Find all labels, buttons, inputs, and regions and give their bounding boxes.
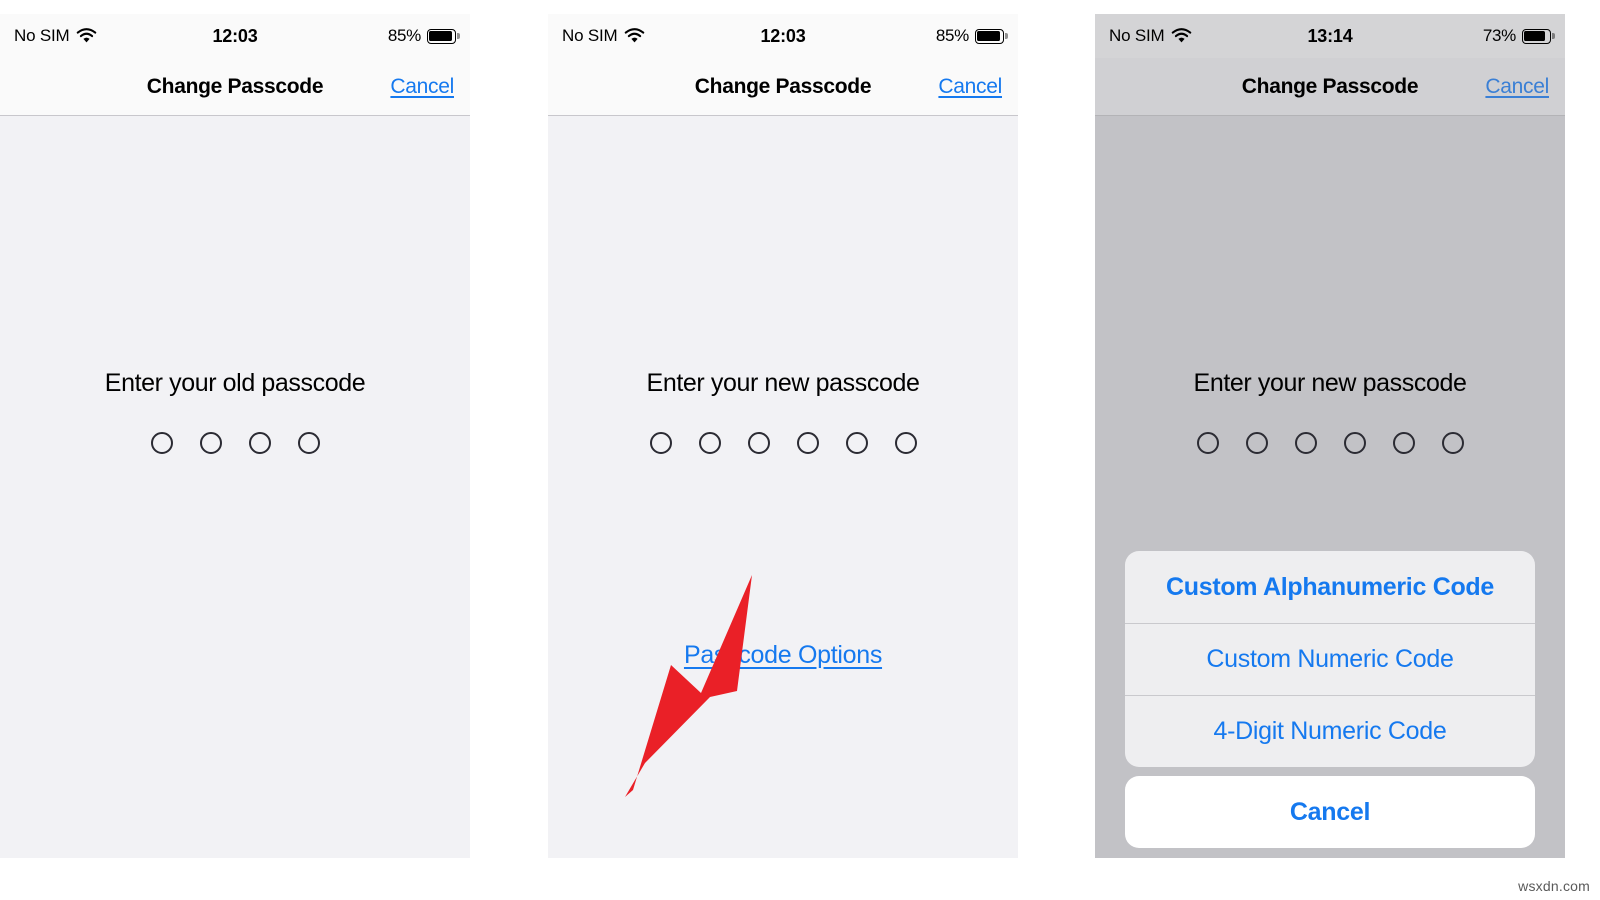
passcode-dots[interactable] bbox=[0, 432, 470, 454]
passcode-dot bbox=[894, 432, 917, 454]
passcode-dot bbox=[1294, 432, 1317, 454]
passcode-prompt: Enter your old passcode bbox=[104, 369, 366, 397]
battery-icon bbox=[1522, 28, 1555, 44]
status-right: 85% bbox=[387, 26, 460, 46]
passcode-dot bbox=[1343, 432, 1366, 454]
passcode-dot bbox=[1441, 432, 1464, 454]
status-bar: No SIM 12:03 85% bbox=[548, 14, 1018, 58]
passcode-dot bbox=[297, 432, 320, 454]
passcode-options-action-sheet: Custom Alphanumeric Code Custom Numeric C… bbox=[1125, 551, 1535, 848]
passcode-dot bbox=[1245, 432, 1268, 454]
passcode-prompt: Enter your new passcode bbox=[646, 369, 920, 397]
battery-icon bbox=[427, 28, 460, 44]
nav-cancel-button[interactable]: Cancel bbox=[1485, 75, 1549, 99]
phone-panel-1: No SIM 12:03 85% Change Passcode Cancel … bbox=[0, 14, 470, 858]
status-bar: No SIM 12:03 85% bbox=[0, 14, 470, 58]
phone-panel-3: No SIM 13:14 73% Change Passcode Cancel … bbox=[1095, 14, 1565, 858]
carrier-label: No SIM bbox=[14, 26, 70, 45]
phone-panel-2: No SIM 12:03 85% Change Passcode Cancel … bbox=[548, 14, 1018, 858]
battery-percent-label: 73% bbox=[1482, 26, 1516, 45]
passcode-dot bbox=[649, 432, 672, 454]
passcode-dot bbox=[796, 432, 819, 454]
action-sheet-option[interactable]: Custom Alphanumeric Code bbox=[1125, 551, 1535, 623]
status-right: 73% bbox=[1482, 26, 1555, 46]
panel-body: Enter your new passcode Passcode Options… bbox=[1095, 116, 1565, 858]
nav-cancel-button[interactable]: Cancel bbox=[938, 75, 1002, 99]
passcode-dot bbox=[845, 432, 868, 454]
passcode-prompt: Enter your new passcode bbox=[1193, 369, 1467, 397]
wifi-icon bbox=[1171, 28, 1192, 44]
battery-percent-label: 85% bbox=[387, 26, 421, 45]
passcode-dot bbox=[1392, 432, 1415, 454]
action-sheet-option[interactable]: 4-Digit Numeric Code bbox=[1125, 695, 1535, 767]
carrier-label: No SIM bbox=[562, 26, 618, 45]
panel-body: Enter your old passcode bbox=[0, 116, 470, 858]
carrier-label: No SIM bbox=[1109, 26, 1165, 45]
wifi-icon bbox=[76, 28, 97, 44]
passcode-dots[interactable] bbox=[1095, 432, 1565, 454]
passcode-dot bbox=[248, 432, 271, 454]
status-left: No SIM bbox=[562, 26, 645, 46]
passcode-dot bbox=[199, 432, 222, 454]
status-left: No SIM bbox=[1109, 26, 1192, 46]
passcode-dots[interactable] bbox=[548, 432, 1018, 454]
action-sheet-option[interactable]: Custom Numeric Code bbox=[1125, 623, 1535, 695]
nav-bar: Change Passcode Cancel bbox=[548, 58, 1018, 116]
passcode-dot bbox=[698, 432, 721, 454]
action-sheet-cancel-button[interactable]: Cancel bbox=[1125, 776, 1535, 848]
passcode-dot bbox=[747, 432, 770, 454]
status-bar: No SIM 13:14 73% bbox=[1095, 14, 1565, 58]
screenshot-stage: No SIM 12:03 85% Change Passcode Cancel … bbox=[0, 0, 1600, 900]
nav-bar: Change Passcode Cancel bbox=[0, 58, 470, 116]
battery-icon bbox=[975, 28, 1008, 44]
wifi-icon bbox=[624, 28, 645, 44]
action-sheet-options-group: Custom Alphanumeric Code Custom Numeric C… bbox=[1125, 551, 1535, 767]
passcode-dot bbox=[150, 432, 173, 454]
passcode-options-link[interactable]: Passcode Options bbox=[548, 641, 1018, 670]
panel-body: Enter your new passcode Passcode Options bbox=[548, 116, 1018, 858]
status-left: No SIM bbox=[14, 26, 97, 46]
battery-percent-label: 85% bbox=[935, 26, 969, 45]
nav-cancel-button[interactable]: Cancel bbox=[390, 75, 454, 99]
passcode-dot bbox=[1196, 432, 1219, 454]
status-right: 85% bbox=[935, 26, 1008, 46]
nav-bar: Change Passcode Cancel bbox=[1095, 58, 1565, 116]
watermark: wsxdn.com bbox=[1518, 878, 1590, 894]
